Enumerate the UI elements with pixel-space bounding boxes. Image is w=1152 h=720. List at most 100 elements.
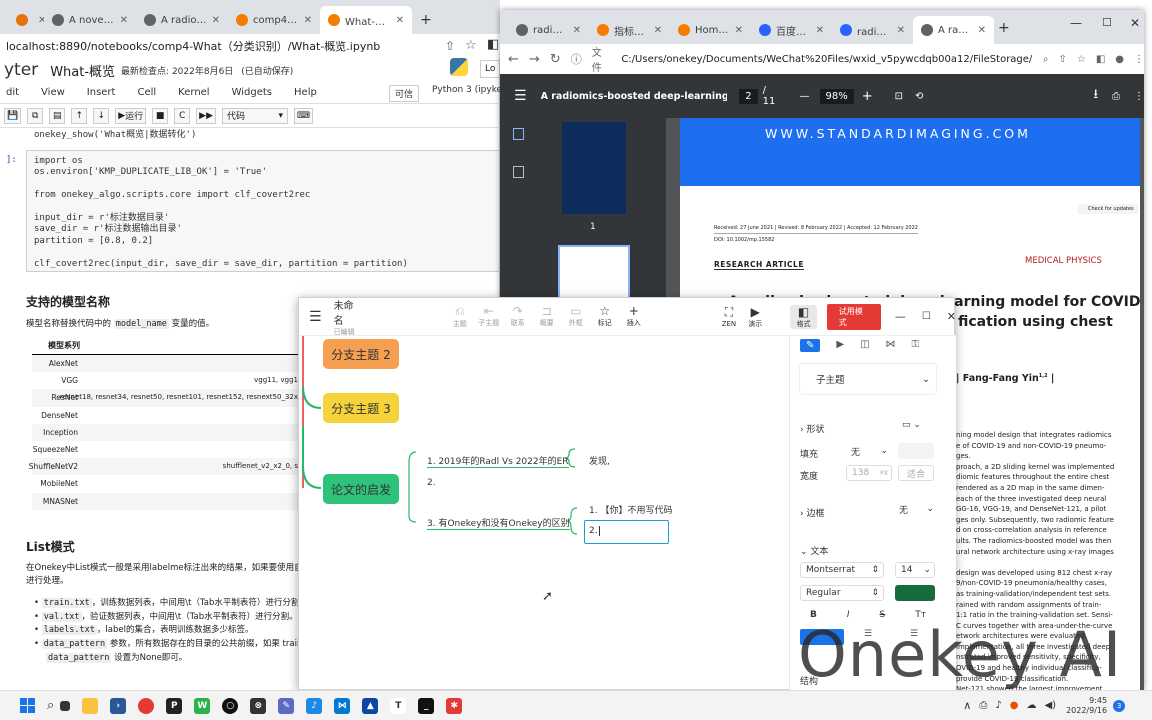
font-weight-select[interactable]: Regular ⇕ bbox=[800, 585, 884, 601]
tab-close-icon[interactable]: ✕ bbox=[735, 25, 743, 36]
mindmap-doc-name[interactable]: 未命名 bbox=[334, 297, 362, 327]
restart-icon[interactable]: C bbox=[174, 107, 191, 124]
share-icon[interactable]: ⇧ bbox=[1058, 54, 1066, 65]
thumbnail-page-2[interactable] bbox=[558, 245, 630, 305]
trusted-indicator[interactable]: 可信 bbox=[389, 85, 420, 102]
pdf-tab-4[interactable]: radiology数 ✕ bbox=[832, 16, 913, 44]
menu-item-1[interactable]: View bbox=[41, 87, 65, 98]
zoom-value[interactable]: 98% bbox=[819, 88, 854, 104]
present-button[interactable]: ▶ 演示 bbox=[742, 305, 768, 329]
nb-tab-3[interactable]: comp4-What ✕ bbox=[228, 6, 320, 34]
xmind-icon[interactable]: ✱ bbox=[446, 697, 463, 714]
mindmap-tool-1[interactable]: ⇤ 子主题 bbox=[475, 304, 503, 329]
tray-app-icon[interactable]: ● bbox=[1010, 700, 1019, 711]
terminal-icon[interactable]: _ bbox=[418, 697, 435, 714]
pdf-tab-1[interactable]: 指标汇总 - Ju ✕ bbox=[589, 16, 670, 44]
back-icon[interactable]: ← bbox=[508, 52, 519, 67]
pycharm-icon[interactable]: P bbox=[166, 697, 183, 714]
hamburger-icon[interactable]: ☰ bbox=[514, 88, 527, 104]
tab-close-icon[interactable]: ✕ bbox=[897, 25, 905, 36]
lock-tab-icon[interactable]: ⚿ bbox=[912, 339, 920, 352]
maximize-icon[interactable]: ☐ bbox=[1102, 16, 1112, 29]
zoom-out-icon[interactable]: — bbox=[800, 91, 810, 102]
nb-tab-2[interactable]: A radiomics-b ✕ bbox=[136, 6, 228, 34]
cell-type-select[interactable]: 代码 ▾ bbox=[222, 107, 288, 124]
mindmap-tool-4[interactable]: ▭ 外框 bbox=[562, 304, 590, 329]
fill-color-swatch[interactable] bbox=[898, 443, 934, 459]
more-icon[interactable]: ⋮ bbox=[1134, 91, 1144, 102]
style-tab-icon[interactable]: ✎ bbox=[800, 339, 821, 352]
run-button[interactable]: ▶ 运行 bbox=[115, 107, 147, 124]
url-text[interactable]: localhost:8890/notebooks/comp4-What（分类识别… bbox=[6, 38, 380, 54]
zoom-icon[interactable]: ⌕ bbox=[1043, 54, 1049, 65]
minimize-icon[interactable]: — bbox=[1070, 16, 1082, 30]
keyboard-icon[interactable]: ⌨ bbox=[294, 107, 313, 124]
new-tab-icon[interactable]: + bbox=[998, 20, 1010, 36]
nb-tab-0[interactable]: ✕ bbox=[8, 6, 44, 34]
leaf-editing[interactable]: 2. bbox=[584, 520, 669, 544]
nb-tab-4[interactable]: What-概览 - Ju ✕ bbox=[320, 6, 412, 34]
tray-mic-icon[interactable]: ♪ bbox=[995, 700, 1001, 711]
task-view-icon[interactable] bbox=[60, 700, 71, 711]
fit-page-icon[interactable]: ⊡ bbox=[895, 91, 903, 102]
sidebar-icon[interactable]: ◧ bbox=[487, 37, 499, 52]
stop-icon[interactable]: ■ bbox=[152, 107, 169, 124]
pdf-tab-5[interactable]: A radiomics ✕ bbox=[913, 16, 994, 44]
tab-close-icon[interactable]: ✕ bbox=[573, 25, 581, 36]
menu-item-2[interactable]: Insert bbox=[87, 87, 116, 98]
page-number-input[interactable]: 2 bbox=[739, 88, 758, 104]
copy-icon[interactable]: ⧉ bbox=[27, 107, 44, 124]
capture-icon[interactable]: ⊗ bbox=[250, 697, 267, 714]
menu-item-0[interactable]: dit bbox=[6, 87, 19, 98]
wechat-icon[interactable]: W bbox=[194, 697, 211, 714]
width-fit-button[interactable]: 适合 bbox=[898, 465, 934, 481]
forward-icon[interactable]: → bbox=[529, 52, 540, 67]
style-select[interactable]: 子主题 ⌄ bbox=[800, 364, 936, 394]
clock[interactable]: 9:45 2022/9/16 bbox=[1066, 696, 1107, 716]
tab-close-icon[interactable]: ✕ bbox=[304, 15, 312, 26]
reload-icon[interactable]: ↻ bbox=[550, 52, 561, 67]
share-icon[interactable]: ⇧ bbox=[445, 39, 455, 53]
mm-minimize-icon[interactable]: — bbox=[895, 310, 906, 323]
mm-maximize-icon[interactable]: ☐ bbox=[922, 311, 931, 322]
bookmark-star-icon[interactable]: ☆ bbox=[465, 38, 477, 53]
mindmap-tool-3[interactable]: ⊐ 概要 bbox=[533, 304, 561, 329]
text-color-swatch[interactable] bbox=[895, 585, 935, 601]
outline-icon[interactable] bbox=[513, 166, 524, 178]
node-branch-2[interactable]: 分支主题 2 bbox=[323, 339, 399, 369]
move-down-icon[interactable]: ↓ bbox=[93, 107, 110, 124]
file-explorer-icon[interactable] bbox=[82, 697, 99, 714]
tab-close-icon[interactable]: ✕ bbox=[978, 25, 986, 36]
notification-badge[interactable]: 3 bbox=[1113, 699, 1126, 712]
music-icon[interactable]: ♪ bbox=[306, 697, 323, 714]
photos-icon[interactable]: ▲ bbox=[362, 697, 379, 714]
menu-item-4[interactable]: Kernel bbox=[178, 87, 209, 98]
thumbnail-page-1[interactable] bbox=[562, 122, 626, 214]
obs-icon[interactable]: ○ bbox=[222, 697, 239, 714]
tab-close-icon[interactable]: ✕ bbox=[212, 15, 220, 26]
leaf-found[interactable]: 发现, bbox=[589, 454, 610, 467]
pdf-tab-3[interactable]: 百度一下, 你 ✕ bbox=[751, 16, 832, 44]
mindmap-tool-6[interactable]: + 插入 bbox=[620, 304, 648, 329]
tray-network-icon[interactable]: ☁ bbox=[1026, 700, 1036, 711]
print-icon[interactable]: ⎙ bbox=[1112, 91, 1120, 102]
nb-tab-1[interactable]: A novel clinic ✕ bbox=[44, 6, 136, 34]
paste-icon[interactable]: ▤ bbox=[49, 107, 66, 124]
tab-close-icon[interactable]: ✕ bbox=[120, 15, 128, 26]
zoom-in-icon[interactable]: + bbox=[862, 89, 873, 104]
close-window-icon[interactable]: ✕ bbox=[1130, 16, 1140, 30]
mindmap-tool-5[interactable]: ☆ 标记 bbox=[591, 304, 619, 329]
format-button[interactable]: ◧ 格式 bbox=[790, 304, 817, 329]
tool-icon[interactable]: ✎ bbox=[278, 697, 295, 714]
powershell-icon[interactable]: › bbox=[110, 697, 127, 714]
start-icon[interactable] bbox=[20, 698, 35, 713]
typora-icon[interactable]: T bbox=[390, 697, 407, 714]
pdf-url[interactable]: C:/Users/onekey/Documents/WeChat%20Files… bbox=[621, 54, 1033, 65]
node-branch-3[interactable]: 分支主题 3 bbox=[323, 393, 399, 423]
leaf-1[interactable]: 1. 2019年的Radl Vs 2022年的ER bbox=[427, 454, 569, 468]
search-icon[interactable]: ⌕ bbox=[47, 698, 54, 713]
save-icon[interactable]: 💾 bbox=[4, 107, 22, 124]
shape-select[interactable]: ▭ ⌄ bbox=[897, 418, 934, 432]
check-updates-badge[interactable]: Check for updates bbox=[1078, 204, 1138, 214]
profile-icon[interactable]: ● bbox=[1115, 54, 1124, 65]
